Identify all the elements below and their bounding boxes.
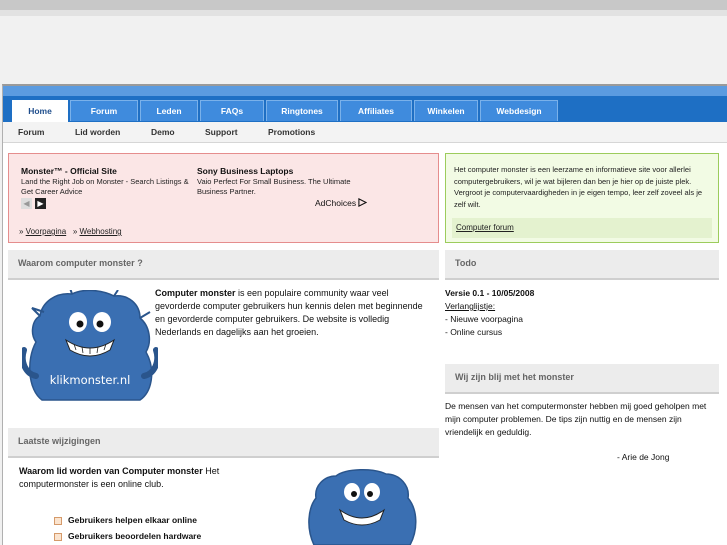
todo-item: - Nieuwe voorpagina bbox=[445, 314, 523, 324]
bullet-icon bbox=[54, 532, 62, 541]
breadcrumb: » Voorpagina » Webhosting bbox=[19, 227, 122, 236]
ad-box: Monster™ - Official Site Land the Right … bbox=[8, 153, 439, 243]
laatste-heading: Laatste wijzigingen bbox=[18, 436, 101, 446]
ad-sony-title[interactable]: Sony Business Laptops bbox=[197, 166, 367, 176]
blij-author: - Arie de Jong bbox=[617, 452, 670, 462]
list-item: Gebruikers beoordelen hardware bbox=[54, 531, 201, 541]
laatste-text: Waarom lid worden van Computer monster H… bbox=[19, 465, 249, 491]
intro-link-bar: Computer forum bbox=[452, 218, 712, 238]
tab-leden[interactable]: Leden bbox=[140, 100, 198, 121]
list-item-label: Gebruikers beoordelen hardware bbox=[68, 531, 202, 541]
monster-logo-icon: klikmonster.nl bbox=[22, 290, 158, 401]
monster-small-icon bbox=[308, 469, 417, 545]
todo-wishlist: Verlanglijstje: bbox=[445, 301, 496, 311]
subnav-lid-worden[interactable]: Lid worden bbox=[75, 127, 120, 137]
todo-header: Todo bbox=[445, 250, 719, 280]
todo-content: Versie 0.1 - 10/05/2008 Verlanglijstje: … bbox=[445, 287, 719, 339]
blij-header: Wij zijn blij met het monster bbox=[445, 364, 719, 394]
waarom-bold: Computer monster bbox=[155, 288, 236, 298]
blij-text: De mensen van het computermonster hebben… bbox=[445, 401, 707, 437]
browser-top-bar bbox=[0, 0, 727, 10]
ad-prev-arrow-icon[interactable]: ◀ bbox=[21, 198, 32, 209]
intro-text: Het computer monster is een leerzame en … bbox=[454, 165, 703, 209]
todo-item: - Online cursus bbox=[445, 327, 503, 337]
todo-version: Versie 0.1 - 10/05/2008 bbox=[445, 288, 535, 298]
tab-forum[interactable]: Forum bbox=[70, 100, 138, 121]
bullet-icon bbox=[54, 516, 62, 525]
adchoices-label: AdChoices bbox=[315, 198, 357, 208]
waarom-heading: Waarom computer monster ? bbox=[18, 258, 143, 268]
crumb-webhosting[interactable]: Webhosting bbox=[80, 227, 122, 236]
list-item: Gebruikers helpen elkaar online bbox=[54, 515, 197, 525]
subnav-support[interactable]: Support bbox=[205, 127, 238, 137]
ad-monster-title[interactable]: Monster™ - Official Site bbox=[21, 166, 193, 176]
laatste-header: Laatste wijzigingen bbox=[8, 428, 439, 458]
tab-home[interactable]: Home bbox=[12, 100, 68, 123]
list-item-label: Gebruikers helpen elkaar online bbox=[68, 515, 197, 525]
monster-logo-text: klikmonster.nl bbox=[50, 373, 131, 387]
tab-ringtones[interactable]: Ringtones bbox=[266, 100, 338, 121]
todo-heading: Todo bbox=[455, 258, 477, 268]
tab-faqs[interactable]: FAQs bbox=[200, 100, 264, 121]
subnav-promotions[interactable]: Promotions bbox=[268, 127, 315, 137]
laatste-bold: Waarom lid worden van Computer monster bbox=[19, 466, 203, 476]
ad-monster[interactable]: Monster™ - Official Site Land the Right … bbox=[21, 166, 193, 197]
sub-nav: Forum Lid worden Demo Support Promotions bbox=[3, 122, 727, 143]
intro-box: Het computer monster is een leerzame en … bbox=[445, 153, 719, 243]
main-tabs: Home Forum Leden FAQs Ringtones Affiliat… bbox=[12, 100, 558, 123]
blij-heading: Wij zijn blij met het monster bbox=[455, 372, 574, 382]
tab-affiliates[interactable]: Affiliates bbox=[340, 100, 412, 121]
waarom-header: Waarom computer monster ? bbox=[8, 250, 439, 280]
crumb-voorpagina[interactable]: Voorpagina bbox=[26, 227, 66, 236]
adchoices-icon bbox=[358, 198, 368, 207]
subnav-demo[interactable]: Demo bbox=[151, 127, 175, 137]
tab-winkelen[interactable]: Winkelen bbox=[414, 100, 478, 121]
tab-webdesign[interactable]: Webdesign bbox=[480, 100, 558, 121]
waarom-text: Computer monster is een populaire commun… bbox=[155, 287, 433, 339]
ad-monster-text: Land the Right Job on Monster - Search L… bbox=[21, 177, 189, 196]
header-banner bbox=[0, 16, 727, 84]
adchoices-link[interactable]: AdChoices bbox=[315, 198, 368, 208]
ad-sony[interactable]: Sony Business Laptops Vaio Perfect For S… bbox=[197, 166, 367, 197]
ad-sony-text: Vaio Perfect For Small Business. The Ult… bbox=[197, 177, 351, 196]
ad-next-arrow-icon[interactable]: ▶ bbox=[35, 198, 46, 209]
subnav-forum[interactable]: Forum bbox=[18, 127, 44, 137]
computer-forum-link[interactable]: Computer forum bbox=[456, 223, 514, 232]
